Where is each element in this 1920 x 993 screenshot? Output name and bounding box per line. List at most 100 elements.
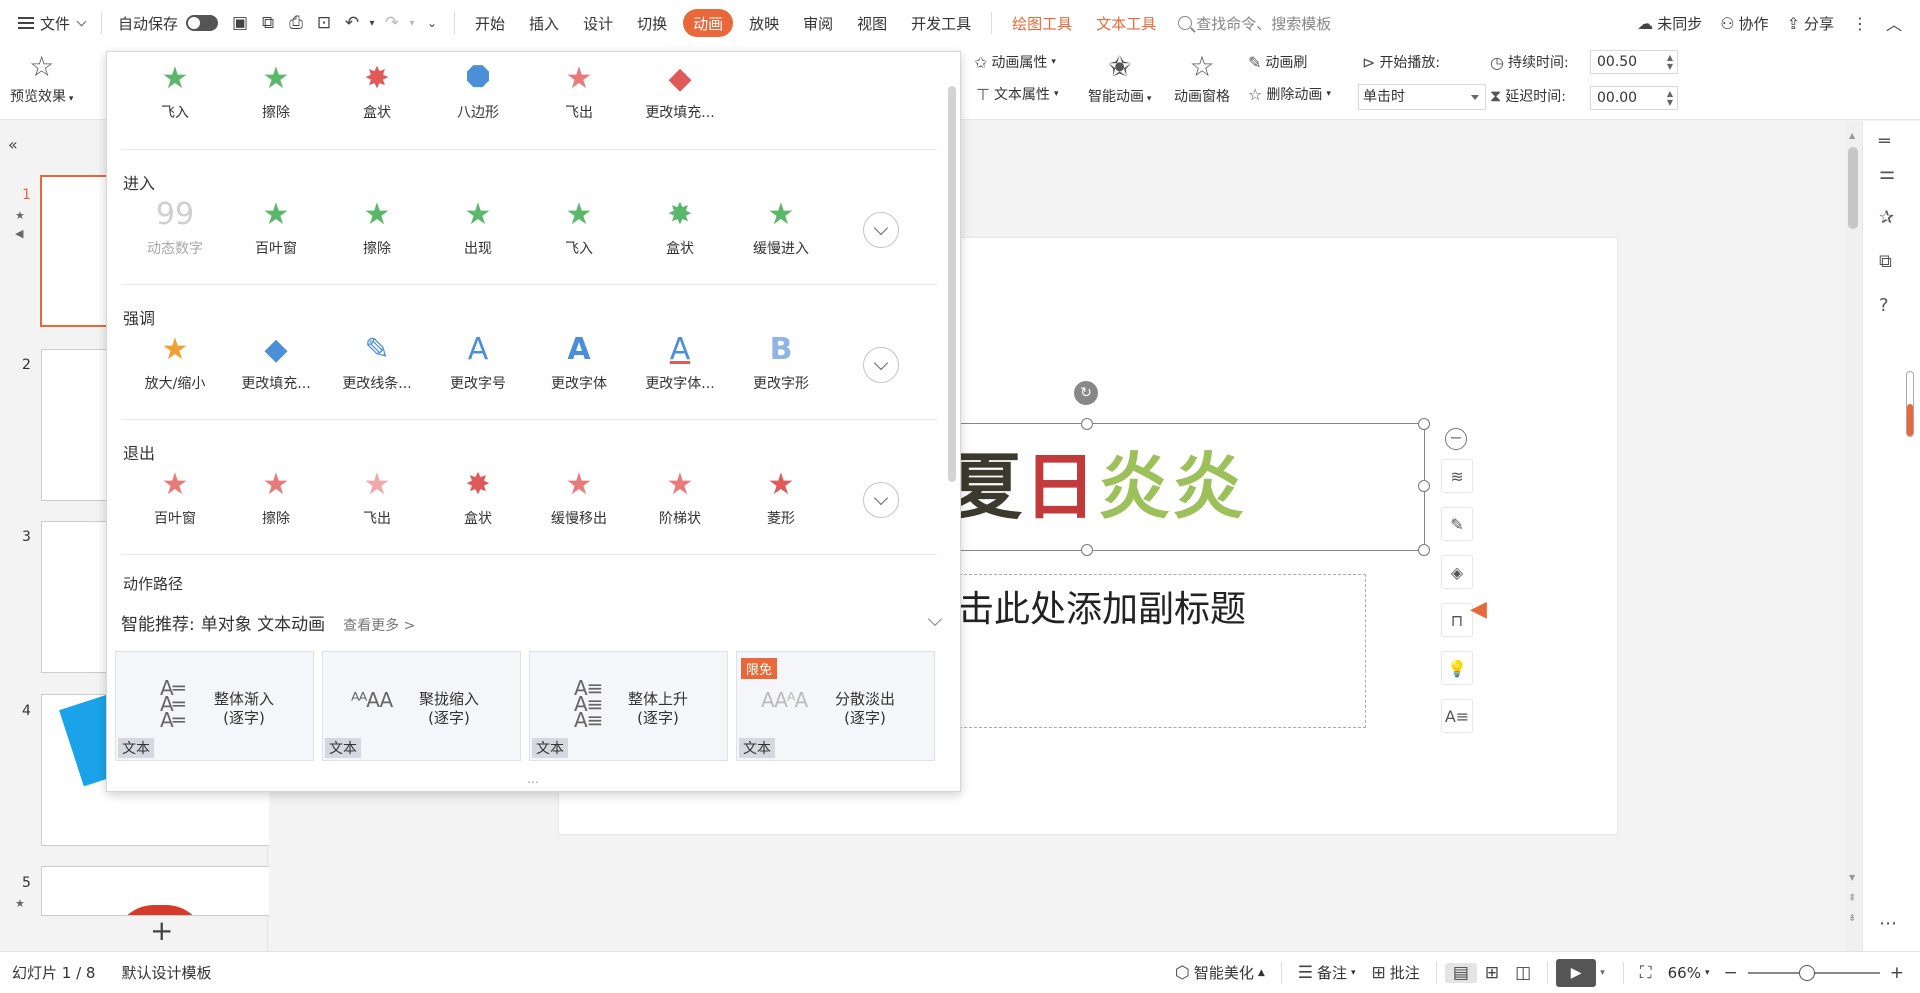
spinner-arrows-icon[interactable]: ▲ ▼	[1667, 53, 1673, 71]
gallery-item-change-fill-color[interactable]: ◆ 更改填充...	[226, 331, 326, 393]
tab-insert[interactable]: 插入	[517, 9, 571, 37]
gallery-item-ease-out[interactable]: ★ 缓慢移出	[529, 466, 629, 528]
gallery-item-change-line[interactable]: ✎ 更改线条...	[327, 331, 427, 393]
collapse-pane-icon[interactable]: «	[8, 135, 18, 154]
more-horizontal-icon[interactable]: ⋯	[1879, 913, 1897, 934]
undo-icon[interactable]: ↶	[338, 8, 366, 38]
view-more-link[interactable]: 查看更多 >	[343, 615, 415, 635]
more-menu-button[interactable]: ⋮	[1846, 14, 1874, 33]
template-name[interactable]: 默认设计模板	[113, 962, 219, 983]
scroll-up-icon[interactable]: ▲	[1849, 131, 1855, 140]
tab-start[interactable]: 开始	[463, 9, 517, 37]
text-format-icon[interactable]: A≡	[1441, 699, 1473, 733]
gallery-item-box-in[interactable]: ✸ 盒状	[630, 196, 730, 258]
start-play-select[interactable]: 单击时	[1358, 84, 1486, 110]
gallery-item-ease-in[interactable]: ★ 缓慢进入	[731, 196, 831, 258]
tab-drawing-tools[interactable]: 绘图工具	[1000, 9, 1084, 37]
zoom-in-icon[interactable]: +	[1890, 963, 1904, 983]
expand-emphasis-button[interactable]	[863, 347, 899, 383]
gallery-item-blinds[interactable]: ★ 百叶窗	[226, 196, 326, 258]
autosave-toggle[interactable]: 自动保存	[110, 7, 226, 39]
gallery-item-fly-in[interactable]: ★ 飞入	[125, 60, 225, 122]
gallery-item-octagon[interactable]: ⯃ 八边形	[428, 60, 528, 122]
zoom-slider[interactable]	[1747, 964, 1880, 981]
export-pdf-icon[interactable]: ⧉	[254, 8, 282, 38]
gallery-item-wipe[interactable]: ★ 擦除	[226, 60, 326, 122]
recommend-card[interactable]: A≡ A≡ A≡ 整体上升 (逐字) 文本	[529, 651, 728, 761]
text-properties-button[interactable]: ⊤ 文本属性 ▾	[976, 84, 1058, 104]
adjust-sliders-icon[interactable]: ⚌	[1879, 163, 1895, 184]
expand-exit-button[interactable]	[863, 482, 899, 518]
resize-handle[interactable]	[1081, 418, 1093, 430]
gallery-item-font-color[interactable]: A 更改字体...	[630, 331, 730, 393]
gallery-item-diamond[interactable]: ★ 菱形	[731, 466, 831, 528]
add-slide-icon[interactable]: +	[150, 917, 173, 945]
resize-handle[interactable]	[1418, 544, 1430, 556]
scroll-down-icon[interactable]: ▼	[1849, 873, 1855, 882]
slide-thumbnail-5[interactable]	[41, 866, 304, 916]
preview-effect-button[interactable]: ☆ 预览效果 ▾	[10, 50, 73, 106]
play-dropdown-icon[interactable]: ▾	[1600, 968, 1605, 978]
zoom-select[interactable]: 66% ▾	[1660, 964, 1718, 982]
tab-developer[interactable]: 开发工具	[899, 9, 983, 37]
smart-beautify-button[interactable]: ⬡ 智能美化 ▲	[1167, 962, 1273, 983]
gallery-item-box-out[interactable]: ✸ 盒状	[428, 466, 528, 528]
collapse-toolbar-icon[interactable]: −	[1445, 428, 1467, 450]
tab-animation[interactable]: 动画	[683, 9, 734, 37]
gallery-item-fly-out-2[interactable]: ★ 飞出	[327, 466, 427, 528]
collapse-sidebar-icon[interactable]: ═	[1879, 131, 1890, 152]
resize-handle[interactable]	[1081, 544, 1093, 556]
gallery-item-wipe-out[interactable]: ★ 擦除	[226, 466, 326, 528]
zoom-out-icon[interactable]: −	[1724, 963, 1738, 983]
gallery-item-fly-in-2[interactable]: ★ 飞入	[529, 196, 629, 258]
normal-view-button[interactable]: ▤	[1444, 962, 1477, 983]
previous-slide-icon[interactable]: ⇞	[1848, 893, 1856, 904]
animation-star-icon[interactable]: ✰	[1879, 207, 1894, 228]
expand-enter-button[interactable]	[863, 212, 899, 248]
animation-pane-button[interactable]: ☆ 动画窗格	[1174, 50, 1230, 106]
gallery-item-blinds-out[interactable]: ★ 百叶窗	[125, 466, 225, 528]
resize-grip-icon[interactable]: ⋯	[527, 775, 540, 789]
gallery-item-font[interactable]: A 更改字体	[529, 331, 629, 393]
canvas-vertical-scrollbar[interactable]: ▲ ▼ ⇞ ⇟	[1845, 121, 1861, 951]
delay-input[interactable]: 00.00 ▲ ▼	[1590, 86, 1678, 110]
spinner-arrows-icon[interactable]: ▲ ▼	[1667, 89, 1673, 107]
gallery-item-wipe-in[interactable]: ★ 擦除	[327, 196, 427, 258]
sync-button[interactable]: ☁ 未同步	[1631, 13, 1708, 34]
recommend-card[interactable]: ᴬᴬAA 聚拢缩入 (逐字) 文本	[322, 651, 521, 761]
collaborate-button[interactable]: ⚇ 协作	[1714, 13, 1774, 34]
gallery-item-grow-shrink[interactable]: ★ 放大/缩小	[125, 331, 225, 393]
animation-brush-button[interactable]: ✎ 动画刷	[1248, 52, 1307, 72]
fill-bucket-icon[interactable]: ◈	[1441, 555, 1473, 589]
tab-design[interactable]: 设计	[571, 9, 625, 37]
quick-access-more-icon[interactable]: ⌄	[418, 8, 446, 38]
redo-icon[interactable]: ↷	[378, 8, 406, 38]
tab-view[interactable]: 视图	[845, 9, 899, 37]
tab-transition[interactable]: 切换	[625, 9, 679, 37]
scrollbar-thumb[interactable]	[1848, 147, 1858, 229]
grid-view-button[interactable]: ⊞	[1477, 963, 1507, 983]
frame-icon[interactable]: ⊓	[1441, 603, 1473, 637]
speaker-icon[interactable]: ◀	[1470, 597, 1487, 622]
save-icon[interactable]: ▣	[226, 8, 254, 38]
resize-handle[interactable]	[1418, 480, 1430, 492]
zoom-slider-knob[interactable]	[1798, 964, 1815, 981]
layers-icon[interactable]: ≋	[1441, 459, 1473, 493]
gallery-scrollbar[interactable]	[948, 86, 956, 482]
help-icon[interactable]: ?	[1879, 295, 1889, 316]
tab-text-tools[interactable]: 文本工具	[1084, 9, 1168, 37]
delete-animation-button[interactable]: ☆ 删除动画 ▾	[1248, 84, 1331, 104]
recommend-card[interactable]: 限免 AAᴬA 分散淡出 (逐字) 文本	[736, 651, 935, 761]
gallery-item-dynamic-number[interactable]: 99 动态数字	[125, 196, 225, 258]
duration-input[interactable]: 00.50 ▲ ▼	[1590, 50, 1678, 74]
play-slideshow-button[interactable]: ▶	[1556, 958, 1597, 987]
tab-slideshow[interactable]: 放映	[737, 9, 791, 37]
collapse-ribbon-button[interactable]: ︿	[1880, 11, 1908, 35]
side-level-slider[interactable]	[1906, 371, 1914, 437]
slide-switch-icon[interactable]: ⧉	[1879, 251, 1892, 272]
tab-review[interactable]: 审阅	[791, 9, 845, 37]
recommend-card[interactable]: A═ A═ A═ 整体渐入 (逐字) 文本	[115, 651, 314, 761]
gallery-item-appear[interactable]: ★ 出现	[428, 196, 528, 258]
chevron-down-icon[interactable]	[927, 611, 943, 627]
gallery-item-font-style[interactable]: B 更改字形	[731, 331, 831, 393]
